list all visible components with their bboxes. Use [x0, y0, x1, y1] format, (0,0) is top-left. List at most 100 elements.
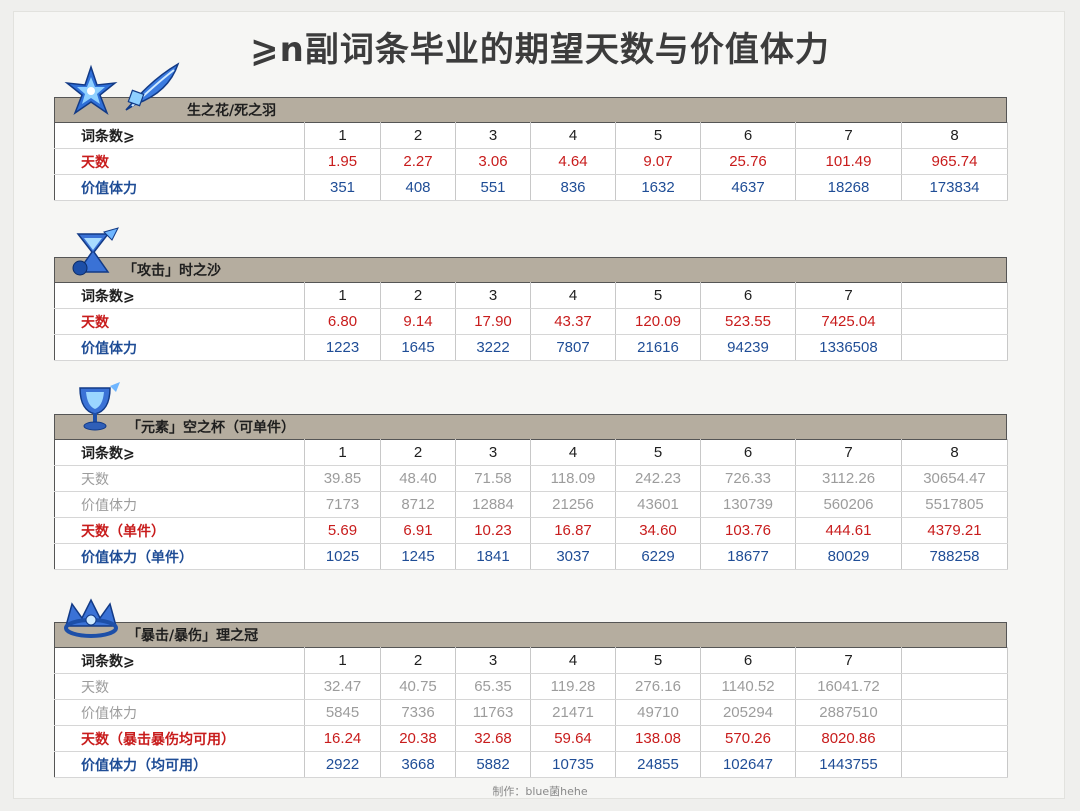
- column-header: 2: [380, 439, 456, 466]
- table-cell: 1245: [380, 543, 456, 570]
- table-cell: 788258: [901, 543, 1008, 570]
- table-cell: 4379.21: [901, 517, 1008, 544]
- table-cell: 16041.72: [795, 673, 902, 700]
- table-cell: 49710: [615, 699, 701, 726]
- column-header: 3: [455, 282, 531, 309]
- table-cell: 119.28: [530, 673, 616, 700]
- table-cell: 1443755: [795, 751, 902, 778]
- table-cell: 1336508: [795, 334, 902, 361]
- table-cell: 1645: [380, 334, 456, 361]
- table-cell: [901, 751, 1008, 778]
- table-cell: 16.87: [530, 517, 616, 544]
- table-row: 价值体力 351 408 551 836 1632 4637 18268 173834: [54, 174, 1008, 201]
- table-cell: 9.07: [615, 148, 701, 175]
- section-title: 「暴击/暴伤」理之冠: [127, 628, 259, 644]
- table-cell: 1025: [304, 543, 381, 570]
- table-cell: 11763: [455, 699, 531, 726]
- table-cell: 3222: [455, 334, 531, 361]
- row-label: 价值体力（均可用）: [54, 751, 305, 778]
- table-cell: 94239: [700, 334, 796, 361]
- table-cell: 8712: [380, 491, 456, 518]
- column-header: 8: [901, 439, 1008, 466]
- column-header: 1: [304, 439, 381, 466]
- table-cell: 3037: [530, 543, 616, 570]
- table-cell: 5.69: [304, 517, 381, 544]
- table-cell: 10.23: [455, 517, 531, 544]
- column-header: 1: [304, 282, 381, 309]
- table-cell: 1140.52: [700, 673, 796, 700]
- table-cell: 173834: [901, 174, 1008, 201]
- table-cell: 71.58: [455, 465, 531, 492]
- column-label: 词条数⩾: [54, 647, 305, 674]
- row-label: 天数: [54, 673, 305, 700]
- table-cell: 560206: [795, 491, 902, 518]
- table-cell: 5845: [304, 699, 381, 726]
- table-cell: 59.64: [530, 725, 616, 752]
- table-cell: 4.64: [530, 148, 616, 175]
- column-header: 5: [615, 282, 701, 309]
- column-header: 7: [795, 282, 902, 309]
- table-row: 天数 39.85 48.40 71.58 118.09 242.23 726.33 3112.…: [54, 465, 1008, 492]
- table-cell: 2.27: [380, 148, 456, 175]
- table-cell: 24855: [615, 751, 701, 778]
- column-header: 7: [795, 647, 902, 674]
- column-header: 6: [700, 122, 796, 149]
- table-cell: 836: [530, 174, 616, 201]
- row-label: 天数（暴击暴伤均可用）: [54, 725, 305, 752]
- row-label: 价值体力: [54, 334, 305, 361]
- table-cell: 726.33: [700, 465, 796, 492]
- table-row: 天数 6.80 9.14 17.90 43.37 120.09 523.55 7425.04: [54, 308, 1008, 335]
- table-cell: 351: [304, 174, 381, 201]
- column-header: 2: [380, 647, 456, 674]
- column-header: 3: [455, 647, 531, 674]
- table-cell: 80029: [795, 543, 902, 570]
- column-header: 5: [615, 439, 701, 466]
- section-title: 「攻击」时之沙: [123, 263, 221, 279]
- column-header: 4: [530, 439, 616, 466]
- header-row: 词条数⩾ 1 2 3 4 5 6 7: [54, 647, 1008, 674]
- table-cell: 5882: [455, 751, 531, 778]
- table-cell: 570.26: [700, 725, 796, 752]
- table-cell: [901, 334, 1008, 361]
- table-cell: 43.37: [530, 308, 616, 335]
- column-header: [901, 282, 1008, 309]
- table-cell: 6.80: [304, 308, 381, 335]
- table-cell: 103.76: [700, 517, 796, 544]
- table-cell: 276.16: [615, 673, 701, 700]
- feather-icon: [125, 62, 180, 111]
- table-cell: 32.47: [304, 673, 381, 700]
- row-label: 价值体力: [54, 174, 305, 201]
- table-cell: 1632: [615, 174, 701, 201]
- column-header: 5: [615, 122, 701, 149]
- table-cell: [901, 725, 1008, 752]
- table-cell: 20.38: [380, 725, 456, 752]
- table-cell: 3.06: [455, 148, 531, 175]
- table-cell: 205294: [700, 699, 796, 726]
- sands-icon: [72, 227, 119, 276]
- column-header: 6: [700, 282, 796, 309]
- column-header: 8: [901, 122, 1008, 149]
- table-cell: 48.40: [380, 465, 456, 492]
- table-cell: 9.14: [380, 308, 456, 335]
- column-header: 7: [795, 122, 902, 149]
- column-header: 6: [700, 439, 796, 466]
- table-cell: 12884: [455, 491, 531, 518]
- table-row: 价值体力（均可用） 2922 3668 5882 10735 24855 102647 144…: [54, 751, 1008, 778]
- table-cell: 7807: [530, 334, 616, 361]
- table-cell: 101.49: [795, 148, 902, 175]
- table-cell: 2887510: [795, 699, 902, 726]
- table-cell: 130739: [700, 491, 796, 518]
- table-cell: 34.60: [615, 517, 701, 544]
- table-cell: 30654.47: [901, 465, 1008, 492]
- column-header: 2: [380, 282, 456, 309]
- table-cell: 4637: [700, 174, 796, 201]
- column-header: 1: [304, 647, 381, 674]
- table-cell: 32.68: [455, 725, 531, 752]
- table-cell: 523.55: [700, 308, 796, 335]
- header-row: 词条数⩾ 1 2 3 4 5 6 7 8: [54, 122, 1008, 149]
- credit-text: 制作：blue菌hehe: [492, 785, 588, 798]
- table-cell: 408: [380, 174, 456, 201]
- table-cell: 10735: [530, 751, 616, 778]
- column-header: 6: [700, 647, 796, 674]
- row-label: 天数: [54, 148, 305, 175]
